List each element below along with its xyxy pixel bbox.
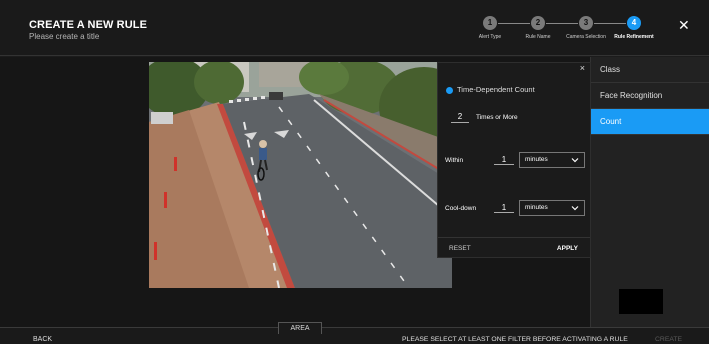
step-alert-type[interactable]: 1 Alert Type [470, 16, 510, 40]
camera-frame-image [149, 62, 452, 288]
step-rule-name[interactable]: 2 Rule Name [518, 16, 558, 40]
sidebar-item-face-recognition[interactable]: Face Recognition [591, 83, 709, 109]
radio-label: Time-Dependent Count [457, 85, 535, 94]
status-message: PLEASE SELECT AT LEAST ONE FILTER BEFORE… [402, 336, 628, 343]
times-count-input[interactable]: 2 [451, 112, 469, 123]
times-label: Times or More [476, 114, 518, 121]
cooldown-value-input[interactable]: 1 [494, 203, 514, 213]
within-label: Within [445, 157, 464, 164]
apply-button[interactable]: APPLY [557, 245, 578, 252]
step-number: 2 [531, 16, 545, 30]
cooldown-unit-select[interactable]: minutes [519, 200, 585, 216]
area-tab[interactable]: AREA [278, 322, 322, 334]
cooldown-label: Cool-down [445, 205, 477, 212]
chevron-down-icon [571, 158, 579, 163]
header: CREATE A NEW RULE Please create a title … [0, 0, 709, 56]
wizard-stepper: 1 Alert Type 2 Rule Name 3 Camera Select… [470, 16, 660, 52]
count-filter-panel: × Time-Dependent Count 2 Times or More W… [437, 62, 591, 258]
sidebar-item-count[interactable]: Count [591, 109, 709, 135]
filter-sidebar: Class Face Recognition Count [590, 57, 709, 327]
reset-button[interactable]: RESET [449, 245, 471, 252]
page-title: CREATE A NEW RULE [29, 19, 148, 31]
step-rule-refinement[interactable]: 4 Rule Refinement [614, 16, 654, 40]
create-button[interactable]: CREATE [655, 336, 682, 343]
step-label: Rule Refinement [614, 34, 654, 40]
page-subtitle: Please create a title [29, 32, 100, 41]
within-unit-select[interactable]: minutes [519, 152, 585, 168]
footer-bar: BACK AREA PLEASE SELECT AT LEAST ONE FIL… [0, 322, 709, 344]
step-camera-selection[interactable]: 3 Camera Selection [566, 16, 606, 40]
step-label: Camera Selection [566, 34, 606, 40]
step-label: Alert Type [478, 34, 502, 40]
radio-time-dependent-count[interactable] [446, 87, 453, 94]
within-value-input[interactable]: 1 [494, 155, 514, 165]
select-value: minutes [525, 204, 548, 211]
step-number: 1 [483, 16, 497, 30]
step-number: 4 [627, 16, 641, 30]
camera-preview [149, 62, 452, 288]
back-button[interactable]: BACK [33, 336, 52, 343]
select-value: minutes [525, 156, 548, 163]
close-icon[interactable]: ✕ [678, 17, 690, 34]
preview-thumbnail [619, 289, 663, 314]
chevron-down-icon [571, 206, 579, 211]
sidebar-item-class[interactable]: Class [591, 57, 709, 83]
step-label: Rule Name [525, 34, 551, 40]
step-number: 3 [579, 16, 593, 30]
panel-footer: RESET APPLY [438, 237, 590, 258]
close-icon[interactable]: × [580, 63, 585, 73]
